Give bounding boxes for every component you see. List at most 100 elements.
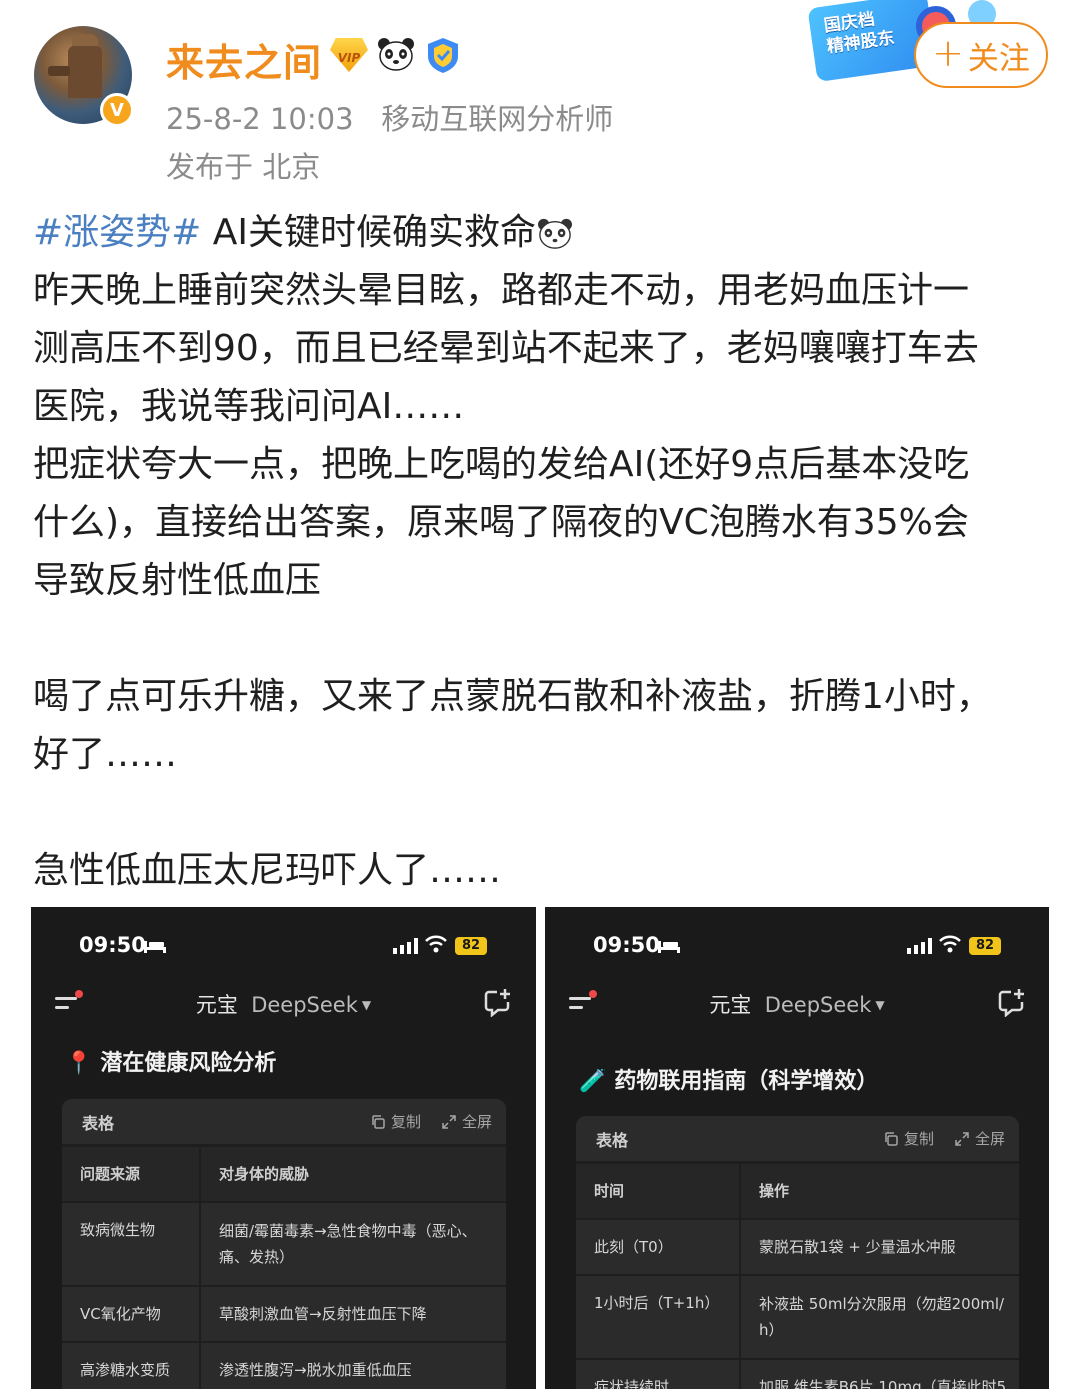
app-name: 元宝 — [195, 993, 238, 1017]
section-title: 🧪 药物联用指南（科学增效） — [579, 1063, 878, 1095]
expand-icon — [955, 1131, 969, 1146]
chevron-down-icon: ▼ — [361, 998, 372, 1012]
sleep-mode-icon — [658, 941, 680, 953]
table-toolbar: 表格 复制 全屏 — [576, 1116, 1019, 1162]
table-row: 此刻（T0） 蒙脱石散1袋 + 少量温水冲服 — [576, 1218, 1019, 1275]
post-timestamp: 25-8-2 10:03 — [166, 102, 354, 136]
table-row: 症状持续时 加服 维生素B6片 10mg（直接此时5 — [576, 1358, 1019, 1389]
column-header: 对身体的威胁 — [200, 1145, 506, 1202]
expand-icon — [442, 1114, 456, 1129]
avatar-robot-arm — [48, 66, 70, 76]
panda-icon[interactable] — [376, 36, 416, 72]
screenshot-image-left[interactable]: 09:50 82 元宝 DeepSeek ▼ 📍 潜在健康风险分析 表格 复制 全屏… — [31, 907, 536, 1389]
fullscreen-button[interactable]: 全屏 — [954, 1128, 1005, 1149]
app-title[interactable]: 元宝 DeepSeek ▼ — [545, 989, 1049, 1019]
pin-icon: 📍 — [65, 1051, 93, 1076]
wifi-icon — [425, 935, 447, 953]
post-location: 发布于 北京 — [166, 150, 321, 184]
column-header: 时间 — [576, 1162, 741, 1219]
post-line: 把症状夸大一点，把晚上吃喝的发给AI(还好9点后基本没吃 — [33, 444, 970, 485]
table-label: 表格 — [82, 1113, 115, 1133]
table-header-row: 时间 操作 — [576, 1162, 1019, 1219]
column-header: 问题来源 — [62, 1145, 201, 1202]
post-line: 测高压不到90，而且已经晕到站不起来了，老妈嚷嚷打车去 — [33, 328, 979, 369]
table-cell: 渗透性腹泻→脱水加重低血压 — [200, 1341, 506, 1389]
signal-icon — [393, 938, 418, 954]
new-chat-icon[interactable] — [483, 987, 513, 1017]
table-cell: 高渗糖水变质 — [62, 1341, 201, 1389]
copy-button[interactable]: 复制 — [883, 1128, 934, 1149]
table-cell: 1小时后（T+1h） — [576, 1274, 741, 1359]
table-cell: VC氧化产物 — [62, 1285, 201, 1342]
table-header-row: 问题来源 对身体的威胁 — [62, 1145, 506, 1202]
fullscreen-button[interactable]: 全屏 — [441, 1111, 492, 1132]
copy-label: 复制 — [903, 1130, 934, 1148]
hashtag-link[interactable]: #涨姿势# — [33, 212, 201, 253]
battery-icon: 82 — [969, 937, 1001, 955]
new-chat-icon[interactable] — [997, 987, 1027, 1017]
copy-label: 复制 — [390, 1113, 421, 1131]
status-time: 09:50 — [593, 933, 660, 957]
table-cell: 补液盐 50ml分次服用（勿超200ml/h） — [740, 1274, 1019, 1359]
table-cell: 症状持续时 — [576, 1358, 741, 1389]
section-title-text: 药物联用指南（科学增效） — [614, 1069, 879, 1094]
post-line: 好了…… — [33, 734, 178, 775]
post-blank-line — [33, 784, 1053, 842]
section-title: 📍 潜在健康风险分析 — [65, 1045, 276, 1077]
follow-label: 关注 — [967, 40, 1030, 77]
table-row: 1小时后（T+1h） 补液盐 50ml分次服用（勿超200ml/h） — [576, 1274, 1019, 1359]
data-table: 问题来源 对身体的威胁 致病微生物 细菌/霉菌毒素→急性食物中毒（恶心、 痛、发热… — [62, 1145, 506, 1389]
post-line: 昨天晚上睡前突然头晕目眩，路都走不动，用老妈血压计一 — [33, 270, 970, 311]
copy-icon — [885, 1131, 898, 1146]
table-cell: 蒙脱石散1袋 + 少量温水冲服 — [740, 1218, 1019, 1275]
cell-line: 细菌/霉菌毒素→急性食物中毒（恶心、 — [219, 1222, 477, 1240]
post-blank-line — [33, 610, 1053, 668]
table-label: 表格 — [596, 1130, 629, 1150]
signal-icon — [907, 938, 932, 954]
chevron-down-icon: ▼ — [875, 998, 885, 1012]
fullscreen-label: 全屏 — [974, 1130, 1005, 1148]
post-line: 喝了点可乐升糖，又来了点蒙脱石散和补液盐，折腾1小时， — [33, 676, 992, 717]
follow-button[interactable]: + 关注 — [914, 22, 1048, 88]
username[interactable]: 来去之间 — [166, 32, 322, 87]
copy-icon — [372, 1114, 385, 1129]
model-name: DeepSeek — [764, 993, 872, 1017]
table-card: 表格 复制 全屏 时间 操作 此刻（T0） 蒙脱石散1袋 + 少量温水冲服 1小… — [576, 1116, 1019, 1389]
post-line: #涨姿势# AI关键时候确实救命 — [33, 204, 1053, 262]
table-cell: 此刻（T0） — [576, 1218, 741, 1275]
table-row: VC氧化产物 草酸刺激血管→反射性血压下降 — [62, 1285, 506, 1342]
data-table: 时间 操作 此刻（T0） 蒙脱石散1袋 + 少量温水冲服 1小时后（T+1h） … — [576, 1162, 1019, 1389]
fullscreen-label: 全屏 — [461, 1113, 492, 1131]
model-name: DeepSeek — [251, 993, 358, 1017]
cell-line: h） — [759, 1321, 784, 1339]
test-tube-icon: 🧪 — [579, 1069, 607, 1094]
post-line: 导致反射性低血压 — [33, 560, 322, 601]
table-cell: 致病微生物 — [62, 1201, 201, 1286]
table-cell: 加服 维生素B6片 10mg（直接此时5 — [740, 1358, 1019, 1389]
table-card: 表格 复制 全屏 问题来源 对身体的威胁 致病微生物 细菌/霉菌毒素→急性食物中… — [62, 1099, 506, 1389]
vip-diamond-icon[interactable]: VIP — [330, 38, 368, 72]
avatar-robot-body — [68, 46, 102, 98]
screenshot-image-right[interactable]: 09:50 82 元宝 DeepSeek ▼ 🧪 药物联用指南（科学增效） 表格 复… — [545, 907, 1049, 1389]
column-header: 操作 — [740, 1162, 1019, 1219]
post-meta: 25-8-2 10:03 移动互联网分析师 — [166, 96, 613, 138]
post-line: 医院，我说等我问问AI…… — [33, 386, 465, 427]
table-toolbar: 表格 复制 全屏 — [62, 1099, 506, 1145]
table-row: 致病微生物 细菌/霉菌毒素→急性食物中毒（恶心、 痛、发热） — [62, 1201, 506, 1286]
shield-verify-icon[interactable] — [424, 36, 462, 74]
post-line: 急性低血压太尼玛吓人了…… — [33, 850, 502, 891]
wifi-icon — [939, 935, 961, 953]
post-line: 什么)，直接给出答案，原来喝了隔夜的VC泡腾水有35%会 — [33, 502, 969, 543]
post-content: #涨姿势# AI关键时候确实救命 昨天晚上睡前突然头晕目眩，路都走不动，用老妈血… — [33, 204, 1053, 900]
panda-emoji-icon — [538, 218, 573, 249]
cell-line: 补液盐 50ml分次服用（勿超200ml/ — [759, 1295, 1005, 1313]
sleep-mode-icon — [144, 941, 166, 953]
copy-button[interactable]: 复制 — [370, 1111, 421, 1132]
status-time: 09:50 — [79, 933, 146, 957]
post-line-text: AI关键时候确实救命 — [201, 212, 537, 253]
section-title-text: 潜在健康风险分析 — [100, 1051, 277, 1076]
app-title[interactable]: 元宝 DeepSeek ▼ — [31, 989, 536, 1019]
battery-icon: 82 — [455, 937, 487, 955]
verified-badge-icon: V — [100, 93, 134, 127]
table-cell: 细菌/霉菌毒素→急性食物中毒（恶心、 痛、发热） — [200, 1201, 506, 1286]
